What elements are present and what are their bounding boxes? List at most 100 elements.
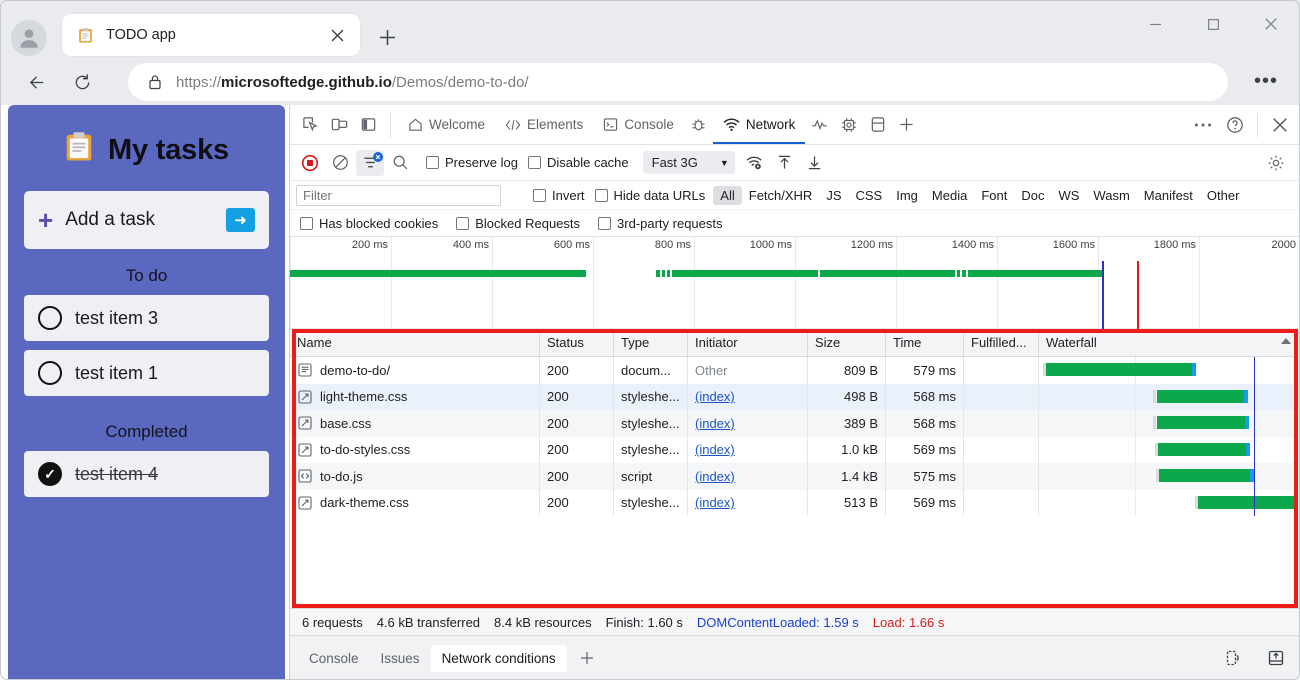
- cell-initiator-value[interactable]: (index): [695, 495, 735, 510]
- add-task-input[interactable]: + Add a task ➜: [24, 191, 269, 249]
- preserve-log-checkbox[interactable]: Preserve log: [426, 155, 518, 170]
- browser-more-button[interactable]: •••: [1254, 71, 1278, 91]
- filter-toggle-button[interactable]: [356, 149, 384, 176]
- close-window-button[interactable]: [1242, 0, 1300, 48]
- filter-type-font[interactable]: Font: [974, 186, 1014, 205]
- close-devtools-icon[interactable]: [1264, 109, 1296, 141]
- column-header-size[interactable]: Size: [808, 329, 886, 356]
- application-icon[interactable]: [863, 110, 892, 139]
- clear-button[interactable]: [326, 150, 354, 176]
- network-conditions-icon[interactable]: [741, 150, 769, 176]
- drawer-tab-network-conditions[interactable]: Network conditions: [430, 644, 567, 672]
- task-item-completed[interactable]: ✓ test item 4: [24, 451, 269, 497]
- table-row[interactable]: base.css 200 styleshe... (index) 389 B 568 ms: [290, 410, 1300, 437]
- throttling-dropdown[interactable]: Fast 3G ▼: [642, 151, 735, 174]
- tab-console[interactable]: Console: [593, 105, 684, 144]
- tab-elements[interactable]: Elements: [495, 105, 593, 144]
- cell-initiator-value[interactable]: (index): [695, 442, 735, 457]
- task-item[interactable]: test item 1: [24, 350, 269, 396]
- export-har-icon[interactable]: [771, 150, 799, 176]
- task-item[interactable]: test item 3: [24, 295, 269, 341]
- request-name: light-theme.css: [320, 389, 408, 405]
- dock-side-icon[interactable]: [354, 110, 383, 139]
- filter-type-media[interactable]: Media: [925, 186, 974, 205]
- filter-type-other[interactable]: Other: [1200, 186, 1247, 205]
- browser-tab[interactable]: TODO app: [62, 14, 360, 56]
- minimize-button[interactable]: [1126, 0, 1184, 48]
- table-row[interactable]: light-theme.css 200 styleshe... (index) 498 …: [290, 383, 1300, 410]
- filter-type-fetchxhr[interactable]: Fetch/XHR: [742, 186, 820, 205]
- column-header-name[interactable]: Name: [290, 329, 540, 356]
- new-tab-button[interactable]: [372, 22, 402, 52]
- drawer-tab-issues[interactable]: Issues: [370, 645, 431, 672]
- column-header-fulfilled[interactable]: Fulfilled...: [964, 329, 1039, 356]
- third-party-requests-checkbox[interactable]: 3rd-party requests: [598, 216, 723, 231]
- blocked-requests-checkbox[interactable]: Blocked Requests: [456, 216, 580, 231]
- inspect-element-icon[interactable]: [296, 110, 325, 139]
- search-icon[interactable]: [386, 150, 414, 176]
- column-header-time[interactable]: Time: [886, 329, 964, 356]
- tab-welcome[interactable]: Welcome: [398, 105, 495, 144]
- table-row[interactable]: to-do-styles.css 200 styleshe... (index) 1.0…: [290, 436, 1300, 463]
- settings-gear-icon[interactable]: [1262, 150, 1290, 176]
- filter-type-wasm[interactable]: Wasm: [1086, 186, 1136, 205]
- cell-initiator-value[interactable]: (index): [695, 389, 735, 404]
- filter-type-ws[interactable]: WS: [1051, 186, 1086, 205]
- dom-content-loaded-marker: [1253, 489, 1255, 516]
- network-overview-timeline[interactable]: 200 ms 400 ms 600 ms 800 ms 1000 ms 1200…: [290, 237, 1300, 329]
- section-label-completed: Completed: [105, 422, 188, 441]
- has-blocked-cookies-checkbox[interactable]: Has blocked cookies: [300, 216, 438, 231]
- disable-cache-checkbox[interactable]: Disable cache: [527, 155, 629, 170]
- table-row[interactable]: to-do.js 200 script (index) 1.4 kB 575 ms: [290, 463, 1300, 490]
- filter-type-css[interactable]: CSS: [849, 186, 890, 205]
- tab-network[interactable]: Network: [712, 105, 806, 144]
- debugger-bug-icon[interactable]: [684, 110, 713, 139]
- task-label: test item 1: [75, 362, 159, 383]
- reload-icon[interactable]: [63, 64, 101, 102]
- import-har-icon[interactable]: [801, 150, 829, 176]
- task-checkbox-checked[interactable]: ✓: [38, 462, 62, 486]
- filter-input[interactable]: [296, 184, 501, 206]
- address-bar[interactable]: https://microsoftedge.github.io/Demos/de…: [128, 63, 1228, 101]
- column-header-initiator[interactable]: Initiator: [688, 329, 808, 356]
- dock-bottom-icon[interactable]: [1261, 644, 1290, 673]
- column-header-waterfall[interactable]: Waterfall: [1039, 329, 1300, 356]
- column-header-status[interactable]: Status: [540, 329, 614, 356]
- hide-data-urls-checkbox[interactable]: Hide data URLs: [594, 188, 705, 203]
- submit-task-icon[interactable]: ➜: [226, 208, 255, 232]
- filter-type-doc[interactable]: Doc: [1014, 186, 1051, 205]
- drawer-tab-console[interactable]: Console: [298, 645, 370, 672]
- sources-performance-icon[interactable]: [805, 110, 834, 139]
- invert-checkbox[interactable]: Invert: [533, 188, 585, 203]
- performance-chip-icon[interactable]: [834, 110, 863, 139]
- record-stop-button[interactable]: [296, 150, 324, 176]
- task-checkbox[interactable]: [38, 306, 62, 330]
- more-tools-icon[interactable]: [1187, 109, 1219, 141]
- drawer-add-tab-icon[interactable]: [573, 644, 602, 673]
- profile-avatar[interactable]: [11, 20, 47, 56]
- filter-type-manifest[interactable]: Manifest: [1137, 186, 1200, 205]
- drawer-right-icons: [1218, 644, 1290, 673]
- task-checkbox[interactable]: [38, 361, 62, 385]
- cell-initiator-value[interactable]: (index): [695, 469, 735, 484]
- cell-initiator-value[interactable]: (index): [695, 416, 735, 431]
- back-arrow-icon[interactable]: [18, 64, 56, 102]
- cell-status-value: 200: [547, 415, 569, 431]
- help-icon[interactable]: [1219, 109, 1251, 141]
- filter-type-js[interactable]: JS: [819, 186, 848, 205]
- add-panel-icon[interactable]: [892, 110, 921, 139]
- cell-status: 200: [540, 383, 614, 410]
- table-row[interactable]: demo-to-do/200 docum... Other 809 B 579 ms: [290, 357, 1300, 384]
- column-header-type[interactable]: Type: [614, 329, 688, 356]
- table-row[interactable]: dark-theme.css 200 styleshe... (index) 513 B…: [290, 489, 1300, 516]
- cell-type-value: styleshe...: [621, 415, 680, 431]
- waterfall-bar: [1198, 495, 1295, 509]
- section-label-todo: To do: [125, 266, 168, 285]
- device-toolbar-icon[interactable]: [325, 110, 354, 139]
- close-tab-icon[interactable]: [324, 22, 350, 48]
- devices-icon[interactable]: [1218, 644, 1247, 673]
- filter-type-img[interactable]: Img: [889, 186, 925, 205]
- cell-size-value: 513 B: [844, 495, 878, 511]
- maximize-button[interactable]: [1184, 0, 1242, 48]
- filter-type-all[interactable]: All: [713, 185, 742, 205]
